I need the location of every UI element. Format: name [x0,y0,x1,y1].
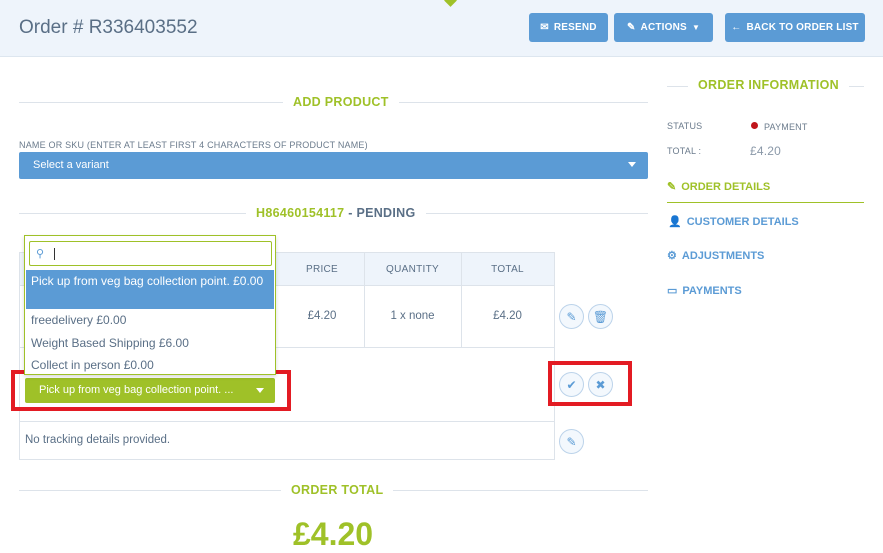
shipment-separator: - [344,206,357,220]
edit-icon: ✎ [566,434,577,449]
total-label: TOTAL : [667,146,702,156]
header-notch [444,0,457,7]
variant-select-placeholder: Select a variant [33,159,109,171]
page-header: Order # R336403552 ✉ RESEND ✎ ACTIONS ▼ … [0,0,883,57]
sidebar-item-label: ORDER DETAILS [681,180,771,193]
row-price: £4.20 [307,310,337,322]
resend-button[interactable]: ✉ RESEND [529,13,608,42]
sidebar-item-label: ADJUSTMENTS [681,249,765,262]
order-total-amount: £4.20 [293,516,374,552]
caret-down-icon [628,162,636,167]
actions-button[interactable]: ✎ ACTIONS ▼ [614,13,713,42]
status-label: STATUS [667,121,703,131]
column-header-total: TOTAL [491,264,524,275]
edit-item-button[interactable]: ✎ [559,304,584,329]
credit-card-icon: ▭ [667,285,678,297]
column-header-quantity: QUANTITY [386,264,439,275]
active-underline [667,202,864,203]
shipment-title: H86460154117 - PENDING [246,206,426,220]
edit-icon: ✎ [667,181,677,193]
page-title: Order # R336403552 [19,17,198,38]
actions-label: ACTIONS [640,22,687,33]
add-product-title: ADD PRODUCT [283,95,399,109]
dropdown-option[interactable]: Pick up from veg bag collection point. £… [26,270,274,309]
text-cursor [54,248,55,260]
row-divider [20,421,554,422]
arrow-left-icon: ← [731,22,742,33]
highlight-box-actions [548,361,632,406]
tracking-text: No tracking details provided. [25,434,171,446]
total-value: £4.20 [750,144,782,158]
delete-item-button[interactable]: 🗑 [588,304,613,329]
column-header-price: PRICE [305,264,339,275]
user-icon: 👤 [668,216,682,228]
sidebar-item-label: PAYMENTS [682,284,742,297]
variant-select[interactable]: Select a variant [19,152,648,179]
envelope-icon: ✉ [540,22,549,33]
caret-down-icon: ▼ [691,23,701,32]
shipment-number: H86460154117 [256,206,345,220]
row-quantity: 1 x none [390,310,435,322]
dropdown-option[interactable]: Weight Based Shipping £6.00 [26,336,274,350]
column-divider [461,253,462,286]
row-total: £4.20 [493,310,522,322]
highlight-box-shipping-select [11,370,291,411]
shipment-state: PENDING [356,206,416,220]
search-icon: ⚲ [36,248,45,260]
status-value: PAYMENT [764,122,808,132]
sidebar-item-label: CUSTOMER DETAILS [686,215,799,228]
trash-icon: 🗑 [592,309,609,324]
sidebar-item-order-details[interactable]: ✎ ORDER DETAILS [667,180,771,194]
column-divider [364,253,365,286]
shipping-method-dropdown: ⚲ Pick up from veg bag collection point.… [24,235,276,375]
divider [667,86,689,87]
dropdown-option[interactable]: Collect in person £0.00 [26,358,274,372]
dropdown-option[interactable]: freedelivery £0.00 [26,313,274,327]
edit-icon: ✎ [566,309,577,324]
order-total-title: ORDER TOTAL [281,483,394,497]
dropdown-search-input[interactable]: ⚲ [29,241,272,266]
status-dot [751,122,758,129]
sidebar-item-payments[interactable]: ▭ PAYMENTS [667,284,742,298]
edit-tracking-button[interactable]: ✎ [559,429,584,454]
cogs-icon: ⚙ [667,250,677,262]
sidebar-item-adjustments[interactable]: ⚙ ADJUSTMENTS [667,249,765,263]
sidebar-item-customer-details[interactable]: 👤 CUSTOMER DETAILS [668,215,799,229]
back-to-order-list-button[interactable]: ← BACK TO ORDER LIST [725,13,865,42]
resend-label: RESEND [553,22,597,33]
back-label: BACK TO ORDER LIST [746,22,859,33]
order-information-title: ORDER INFORMATION [688,78,849,92]
product-search-label: NAME OR SKU (ENTER AT LEAST FIRST 4 CHAR… [19,140,368,150]
edit-icon: ✎ [626,22,636,33]
